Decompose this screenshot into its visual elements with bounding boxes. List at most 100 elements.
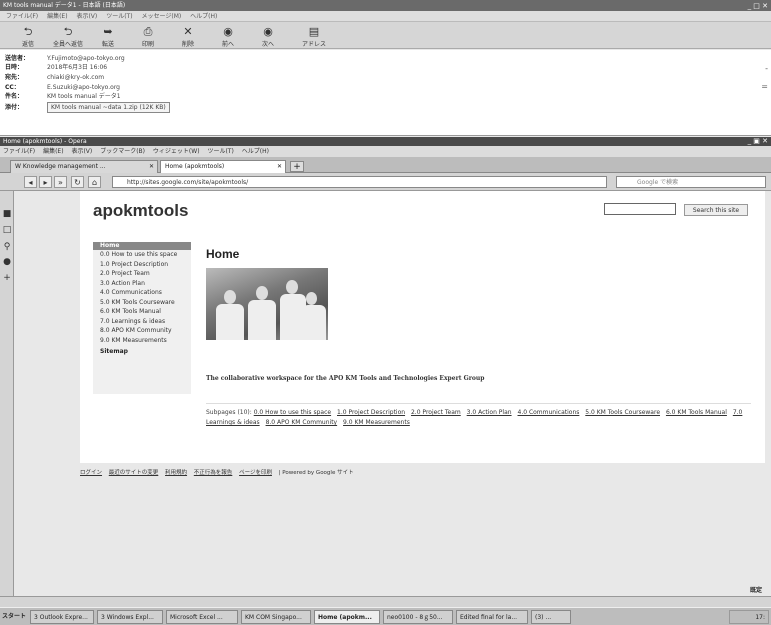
tab-home-apokmtools[interactable]: Home (apokmtools) ✕	[160, 160, 286, 173]
close-icon[interactable]: ✕	[149, 161, 154, 173]
home-button[interactable]: ⌂	[88, 176, 101, 188]
print-icon: ⎙	[143, 25, 153, 38]
footer-link-terms[interactable]: 利用規約	[165, 470, 187, 476]
address-book-icon: ▤	[308, 25, 320, 38]
mail-window-title: KM tools manual データ1 - 日本語 (日本語)	[3, 2, 126, 9]
delete-button[interactable]: ✕ 削除	[168, 22, 208, 49]
page-heading: Home	[206, 247, 240, 261]
address-book-button[interactable]: ▤ アドレス	[288, 22, 340, 49]
browser-menu-view[interactable]: 表示(V)	[71, 148, 92, 155]
add-panel-icon[interactable]: +	[2, 273, 12, 283]
forward-nav-button[interactable]: ▸	[39, 176, 52, 188]
mail-menu-edit[interactable]: 編集(E)	[47, 13, 67, 20]
browser-menu-tools[interactable]: ツール(T)	[207, 148, 233, 155]
address-book-label: アドレス	[301, 41, 326, 48]
subpage-link[interactable]: 8.0 APO KM Community	[266, 419, 338, 426]
nav-item[interactable]: 1.0 Project Description	[93, 260, 191, 270]
footer-link-report-abuse[interactable]: 不正行為を報告	[194, 470, 233, 476]
subpage-link[interactable]: 2.0 Project Team	[411, 409, 461, 416]
notes-panel-icon[interactable]: □	[2, 225, 12, 235]
footer-link-print[interactable]: ページを印刷	[239, 470, 272, 476]
subpage-link[interactable]: 9.0 KM Measurements	[343, 419, 410, 426]
nav-item[interactable]: 3.0 Action Plan	[93, 279, 191, 289]
window-controls-icon[interactable]: _ ▣ ✕	[748, 137, 768, 146]
google-site: apokmtools Search this site Home 0.0 How…	[80, 191, 765, 463]
person-head	[224, 290, 236, 304]
url-field[interactable]: http://sites.google.com/site/apokmtools/	[112, 176, 607, 188]
previous-button[interactable]: ◉ 前へ	[208, 22, 248, 49]
browser-menu-help[interactable]: ヘルプ(H)	[242, 148, 269, 155]
site-search-input[interactable]	[604, 203, 676, 215]
cc-label: CC：	[5, 84, 20, 91]
nav-item[interactable]: 2.0 Project Team	[93, 269, 191, 279]
forward-icon: ▸	[43, 178, 48, 187]
nav-item[interactable]: 6.0 KM Tools Manual	[93, 307, 191, 317]
taskbar-item-active[interactable]: Home (apokm...	[314, 610, 380, 624]
mail-menu-tools[interactable]: ツール(T)	[106, 13, 132, 20]
close-icon[interactable]: ✕	[277, 161, 282, 173]
new-tab-button[interactable]: +	[290, 161, 304, 172]
reply-button[interactable]: ⮌ 返信	[8, 22, 48, 49]
footer-link-signin[interactable]: ログイン	[80, 470, 102, 476]
nav-item[interactable]: 8.0 APO KM Community	[93, 326, 191, 336]
taskbar-item[interactable]: Edited final for la...	[456, 610, 528, 624]
tab-label: Home (apokmtools)	[165, 163, 225, 170]
footer-link-recent-changes[interactable]: 最近のサイトの変更	[109, 470, 159, 476]
scroll-marker-icon: -	[765, 64, 768, 73]
reload-button[interactable]: ↻	[71, 176, 84, 188]
taskbar-item[interactable]: 3 Outlook Expre...	[30, 610, 94, 624]
fast-forward-button[interactable]: »	[54, 176, 67, 188]
attachment-file[interactable]: KM tools manual ~data 1.zip (12K KB)	[47, 102, 170, 113]
browser-menubar: ファイル(F) 編集(E) 表示(V) ブックマーク(B) ウィジェット(W) …	[0, 146, 771, 157]
site-navigation: Home 0.0 How to use this space 1.0 Proje…	[93, 242, 191, 394]
nav-item-home[interactable]: Home	[93, 242, 191, 250]
back-button[interactable]: ◂	[24, 176, 37, 188]
history-panel-icon[interactable]: ●	[2, 257, 12, 267]
site-title[interactable]: apokmtools	[93, 201, 188, 221]
tab-knowledge-management[interactable]: W Knowledge management ... ✕	[10, 160, 158, 173]
taskbar-item[interactable]: neo0100 - 8ｇ50...	[383, 610, 453, 624]
nav-item[interactable]: 5.0 KM Tools Courseware	[93, 298, 191, 308]
from-value: Y.Fujimoto@apo-tokyo.org	[47, 55, 125, 62]
subpage-link[interactable]: 3.0 Action Plan	[467, 409, 512, 416]
taskbar-item[interactable]: (3) ...	[531, 610, 571, 624]
team-photo	[206, 268, 328, 340]
start-button[interactable]: スタート	[2, 610, 26, 624]
subpage-link[interactable]: 4.0 Communications	[518, 409, 580, 416]
nav-item[interactable]: 0.0 How to use this space	[93, 250, 191, 260]
print-button[interactable]: ⎙ 印刷	[128, 22, 168, 49]
scroll-marker-icon: =	[761, 82, 768, 91]
bookmarks-panel-icon[interactable]: ■	[2, 209, 12, 219]
mail-menu-view[interactable]: 表示(V)	[76, 13, 97, 20]
taskbar-item[interactable]: KM COM Singapo...	[241, 610, 311, 624]
mail-menu-file[interactable]: ファイル(F)	[6, 13, 38, 20]
web-search-input[interactable]: Google で検索	[616, 176, 766, 188]
forward-button[interactable]: ➥ 転送	[88, 22, 128, 49]
subpage-link[interactable]: 6.0 KM Tools Manual	[666, 409, 727, 416]
reply-icon: ⮌	[23, 25, 33, 38]
sitemap-link[interactable]: Sitemap	[93, 348, 191, 355]
browser-menu-widgets[interactable]: ウィジェット(W)	[153, 148, 200, 155]
taskbar-item[interactable]: Microsoft Excel ...	[166, 610, 238, 624]
search-this-site-button[interactable]: Search this site	[684, 204, 748, 216]
browser-menu-bookmarks[interactable]: ブックマーク(B)	[100, 148, 145, 155]
mail-menu-message[interactable]: メッセージ(M)	[141, 13, 181, 20]
reply-all-button[interactable]: ⮌ 全員へ返信	[48, 22, 88, 49]
browser-menu-edit[interactable]: 編集(E)	[43, 148, 63, 155]
mail-menu-help[interactable]: ヘルプ(H)	[190, 13, 217, 20]
system-tray-clock[interactable]: 17:	[729, 610, 769, 624]
nav-item[interactable]: 9.0 KM Measurements	[93, 336, 191, 346]
forward-label: 転送	[101, 41, 114, 48]
nav-item[interactable]: 7.0 Learnings & ideas	[93, 317, 191, 327]
nav-item[interactable]: 4.0 Communications	[93, 288, 191, 298]
date-row: 日時： 2018年6月3日 16:06	[5, 63, 107, 72]
next-button[interactable]: ◉ 次へ	[248, 22, 288, 49]
search-panel-icon[interactable]: ⚲	[2, 242, 12, 252]
subpage-link[interactable]: 1.0 Project Description	[337, 409, 405, 416]
browser-menu-file[interactable]: ファイル(F)	[3, 148, 35, 155]
subpage-link[interactable]: 0.0 How to use this space	[254, 409, 331, 416]
default-zoom-button[interactable]: 既定	[750, 585, 762, 594]
mail-menubar: ファイル(F) 編集(E) 表示(V) ツール(T) メッセージ(M) ヘルプ(…	[0, 11, 771, 22]
subpage-link[interactable]: 5.0 KM Tools Courseware	[585, 409, 660, 416]
taskbar-item[interactable]: 3 Windows Expl...	[97, 610, 163, 624]
